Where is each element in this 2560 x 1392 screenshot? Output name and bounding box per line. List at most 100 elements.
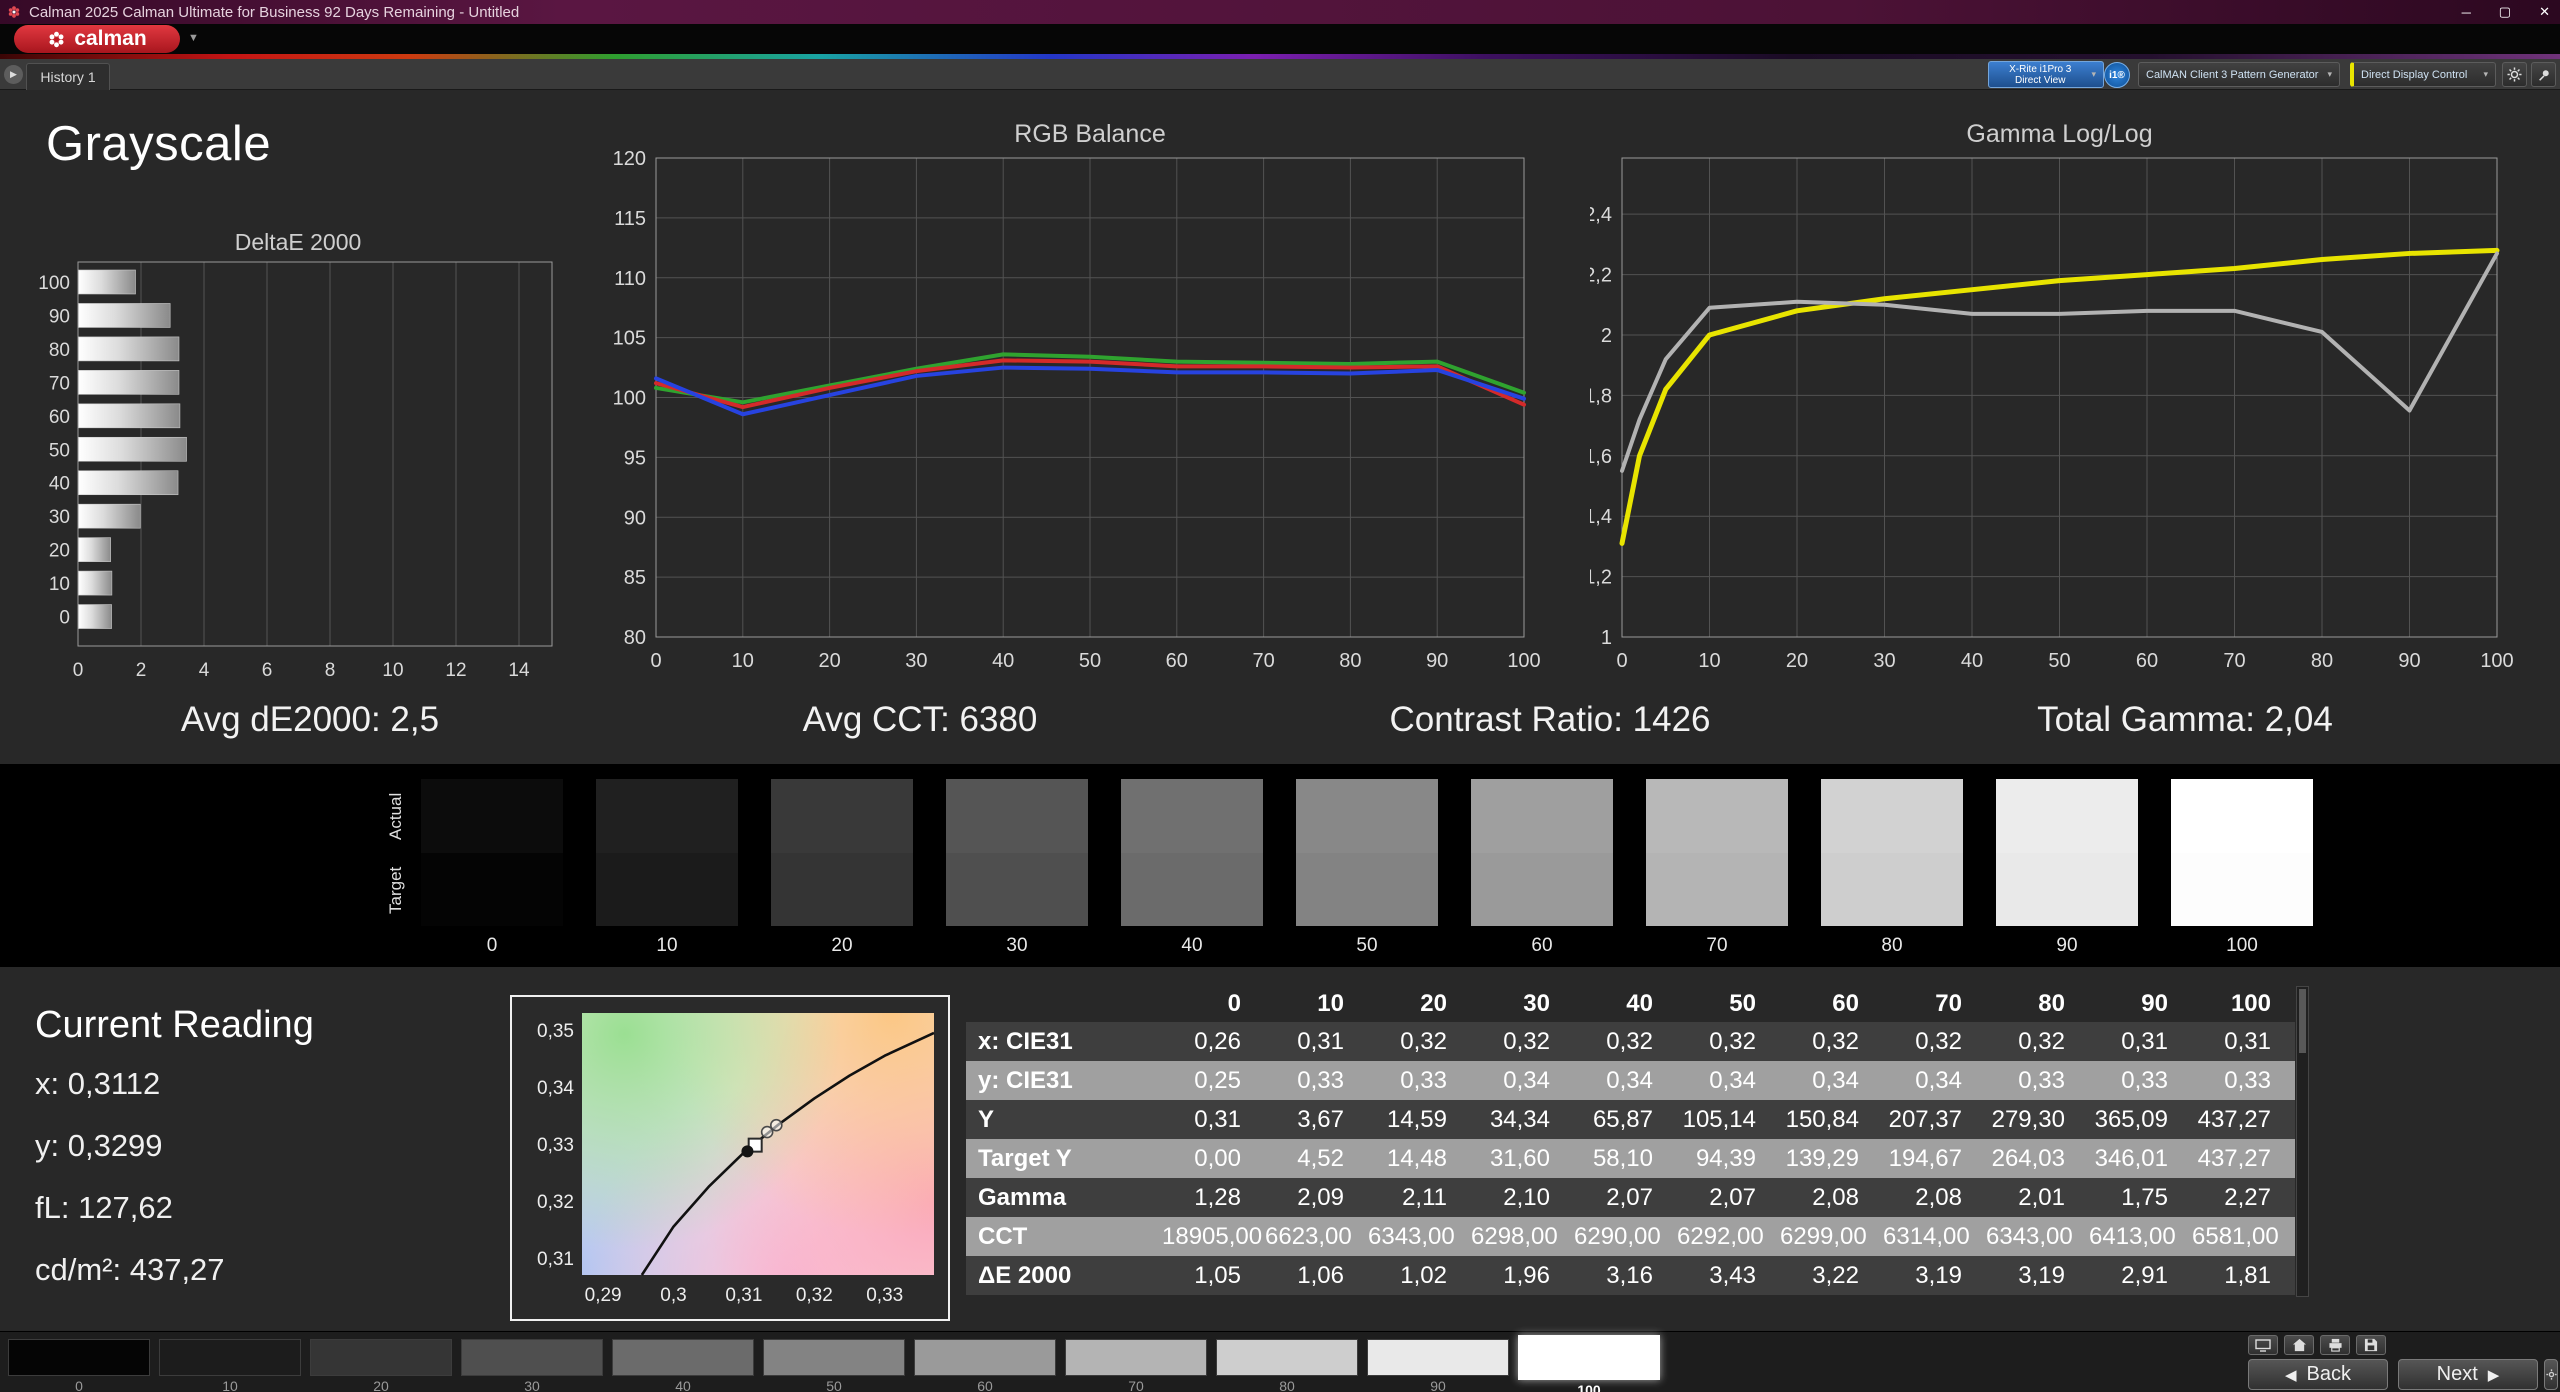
table-scrollbar[interactable]	[2296, 986, 2309, 1297]
table-row-label: Gamma Log/Log	[966, 1178, 1162, 1250]
svg-text:105: 105	[613, 328, 646, 350]
swatch-target-half	[1296, 852, 1438, 926]
svg-text:10: 10	[1698, 650, 1720, 672]
display-mode-button[interactable]	[2248, 1335, 2278, 1355]
svg-text:70: 70	[2223, 650, 2245, 672]
stat-total-gamma: Total Gamma: 2,04	[2037, 700, 2333, 739]
swatch-level-label: 0	[486, 935, 498, 956]
patch-level-10-button[interactable]	[159, 1339, 301, 1376]
patch-level-100-button[interactable]	[1518, 1335, 1660, 1380]
meter-dropdown[interactable]: X-Rite i1Pro 3 Direct View ▾	[1988, 61, 2104, 88]
svg-text:95: 95	[624, 447, 646, 469]
swatch-actual-half	[1296, 779, 1438, 853]
tab-history-1[interactable]: History 1	[26, 63, 110, 90]
table-column-header: 10	[1317, 990, 1344, 1017]
deltae-bar	[78, 303, 171, 328]
patch-level-label: 40	[675, 1378, 691, 1392]
table-column-header: 30	[1523, 990, 1550, 1017]
menu-caret-icon[interactable]: ▼	[188, 32, 199, 44]
nav-gear-button[interactable]	[2544, 1359, 2558, 1390]
next-arrow-icon: ▶	[2487, 1366, 2500, 1384]
table-value-cell: 2,01	[1986, 1178, 2089, 1217]
history-nav-button[interactable]: ▶	[4, 65, 23, 84]
svg-text:20: 20	[1786, 650, 1808, 672]
patch-level-90-button[interactable]	[1367, 1339, 1509, 1376]
minimize-button[interactable]: ─	[2462, 5, 2471, 20]
patch-level-40-button[interactable]	[612, 1339, 754, 1376]
chevron-down-icon: ▾	[2483, 69, 2488, 79]
swatch-target-half	[1646, 852, 1788, 926]
patch-level-label: 0	[75, 1378, 83, 1392]
pin-panel-button[interactable]	[2531, 62, 2556, 87]
maximize-button[interactable]: ▢	[2499, 4, 2511, 20]
grayscale-swatch-100	[2171, 779, 2313, 926]
table-value-cell: 1,06	[1265, 1256, 1368, 1295]
table-value-cell: 0,26	[1162, 1022, 1265, 1061]
monitor-icon	[2255, 1338, 2271, 1352]
table-value-cell: 0,31	[1162, 1100, 1265, 1139]
printer-icon	[2328, 1338, 2342, 1352]
swatch-level-label: 70	[1706, 935, 1728, 956]
table-value-cell: 0,34	[1883, 1061, 1986, 1100]
swatch-actual-half	[1121, 779, 1263, 853]
patch-level-30-button[interactable]	[461, 1339, 603, 1376]
svg-text:14: 14	[508, 660, 530, 681]
svg-text:0,32: 0,32	[796, 1285, 833, 1306]
current-reading-x: x: 0,3112	[35, 1066, 161, 1101]
calman-menu-button[interactable]: calman	[14, 25, 180, 53]
patch-level-80-button[interactable]	[1216, 1339, 1358, 1376]
deltae-bar	[78, 470, 179, 496]
grayscale-swatch-0	[421, 779, 563, 926]
table-value-cell: 1,05	[1162, 1256, 1265, 1295]
table-value-cell: 2,07	[1677, 1178, 1780, 1217]
settings-gear-button[interactable]	[2502, 62, 2527, 87]
svg-text:50: 50	[2048, 650, 2070, 672]
svg-text:70: 70	[49, 373, 70, 394]
current-reading-y: y: 0,3299	[35, 1128, 163, 1163]
grayscale-swatch-40	[1121, 779, 1263, 926]
patch-level-70-button[interactable]	[1065, 1339, 1207, 1376]
svg-text:60: 60	[1166, 650, 1188, 672]
table-value-cell: 6413,00	[2089, 1217, 2192, 1256]
table-value-cell: 437,27	[2192, 1139, 2295, 1178]
swatch-level-label: 90	[2056, 935, 2078, 956]
display-control-dropdown[interactable]: Direct Display Control ▾	[2350, 62, 2496, 87]
svg-text:0,31: 0,31	[537, 1249, 574, 1270]
meter-label: X-Rite i1Pro 3 Direct View	[2009, 63, 2072, 86]
patch-level-60-button[interactable]	[914, 1339, 1056, 1376]
svg-text:0: 0	[59, 608, 70, 629]
deltae-bar	[78, 570, 113, 596]
table-value-cell: 105,14	[1677, 1100, 1780, 1139]
table-row-label: Y	[966, 1100, 1162, 1139]
gear-icon	[2545, 1369, 2557, 1380]
back-button[interactable]: ◀ Back	[2248, 1359, 2388, 1390]
grayscale-swatch-70	[1646, 779, 1788, 926]
display-control-label: Direct Display Control	[2361, 68, 2468, 81]
table-value-cell: 2,27	[2192, 1178, 2295, 1217]
table-value-cell: 3,19	[1986, 1256, 2089, 1295]
cie-plot: 0,29 0,3 0,31 0,32 0,33 0,31 0,32 0,33 0,34 0,35	[537, 1021, 935, 1306]
close-button[interactable]: ✕	[2539, 4, 2550, 20]
swatch-level-label: 100	[2226, 935, 2258, 956]
next-button[interactable]: Next ▶	[2398, 1359, 2538, 1390]
i1-meter-badge[interactable]: i1®	[2104, 62, 2130, 88]
pattern-generator-dropdown[interactable]: CalMAN Client 3 Pattern Generator ▾	[2138, 62, 2340, 87]
svg-text:RGB Balance: RGB Balance	[1014, 120, 1165, 148]
patch-level-0-button[interactable]	[8, 1339, 150, 1376]
svg-text:1: 1	[1601, 627, 1612, 649]
gamma-chart: 0 10 20 30 40 50 60 70 80 90 100 1 1,2 1,4 1,6 1,8 2 2,2 2…	[1584, 118, 2530, 698]
swatch-actual-half	[421, 779, 563, 853]
print-button[interactable]	[2320, 1335, 2350, 1355]
svg-text:100: 100	[38, 273, 70, 294]
table-value-cell: 65,87	[1574, 1100, 1677, 1139]
table-value-cell: 0,32	[1368, 1022, 1471, 1061]
table-value-cell: 1,81	[2192, 1256, 2295, 1295]
measurement-table: 0 10 20 30 40 50 60 70 80 90 100 x: CIE31 0,26 0,31 0,…	[966, 986, 2295, 1295]
home-button[interactable]	[2284, 1335, 2314, 1355]
patch-level-20-button[interactable]	[310, 1339, 452, 1376]
table-value-cell: 3,19	[1883, 1256, 1986, 1295]
save-button[interactable]	[2356, 1335, 2386, 1355]
patch-level-50-button[interactable]	[763, 1339, 905, 1376]
table-value-cell: 94,39	[1677, 1139, 1780, 1178]
svg-text:0: 0	[650, 650, 661, 672]
